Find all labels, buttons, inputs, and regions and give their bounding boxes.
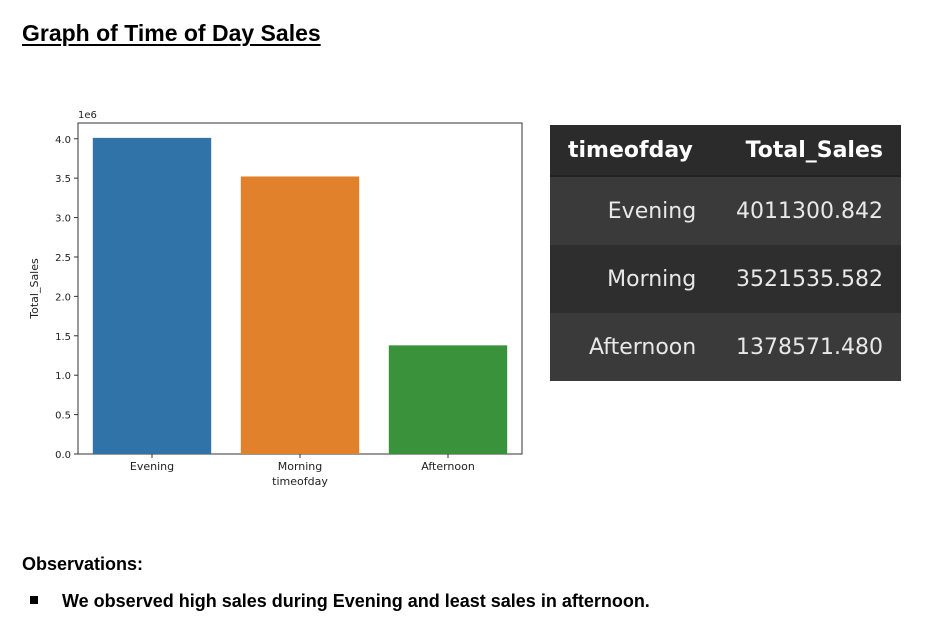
y-tick-label: 3.0 (55, 214, 71, 225)
y-tick-label: 2.0 (55, 292, 71, 303)
y-tick-label: 1.5 (55, 332, 71, 343)
y-tick-label: 0.5 (55, 411, 71, 422)
page-title: Graph of Time of Day Sales (22, 20, 321, 46)
x-tick-label: Evening (130, 460, 174, 473)
bar-morning (240, 176, 360, 454)
sales-table: timeofday Total_Sales Evening 4011300.84… (550, 125, 901, 381)
square-bullet-icon (30, 596, 38, 604)
observations-heading: Observations: (22, 554, 144, 574)
x-axis-label: timeofday (272, 475, 328, 488)
observations-list: We observed high sales during Evening an… (22, 591, 650, 612)
column-header-total-sales: Total_Sales (714, 125, 901, 177)
table-cell-timeofday: Afternoon (588, 334, 697, 360)
table-row: Afternoon 1378571.480 (550, 313, 901, 381)
y-tick-label: 1.0 (55, 371, 71, 382)
y-tick-label: 4.0 (55, 135, 71, 146)
list-item: We observed high sales during Evening an… (22, 591, 650, 612)
table-row: Morning 3521535.582 (550, 245, 901, 313)
bar-chart: 0.0 0.5 1.0 1.5 2.0 2.5 3.0 3.5 4.0 1e6 Evening Mor… (28, 110, 523, 488)
y-tick-label: 2.5 (55, 253, 71, 264)
table-cell-timeofday: Evening (607, 198, 697, 224)
table-cell-total-sales: 3521535.582 (736, 266, 883, 292)
table-row: Evening 4011300.842 (550, 176, 901, 245)
y-scale-label: 1e6 (78, 110, 97, 121)
table-cell-total-sales: 4011300.842 (736, 198, 883, 224)
table-cell-total-sales: 1378571.480 (736, 334, 883, 360)
column-header-timeofday: timeofday (550, 125, 715, 177)
x-tick-label: Morning (278, 460, 323, 473)
y-axis-label: Total_Sales (28, 258, 41, 320)
bar-evening (92, 137, 212, 455)
table-cell-timeofday: Morning (607, 266, 697, 292)
y-tick-label: 0.0 (55, 450, 71, 461)
y-tick-label: 3.5 (55, 174, 71, 185)
bar-afternoon (388, 345, 508, 454)
x-tick-label: Afternoon (421, 460, 475, 473)
observation-text: We observed high sales during Evening an… (62, 591, 650, 611)
table-header-row: timeofday Total_Sales (550, 125, 901, 177)
